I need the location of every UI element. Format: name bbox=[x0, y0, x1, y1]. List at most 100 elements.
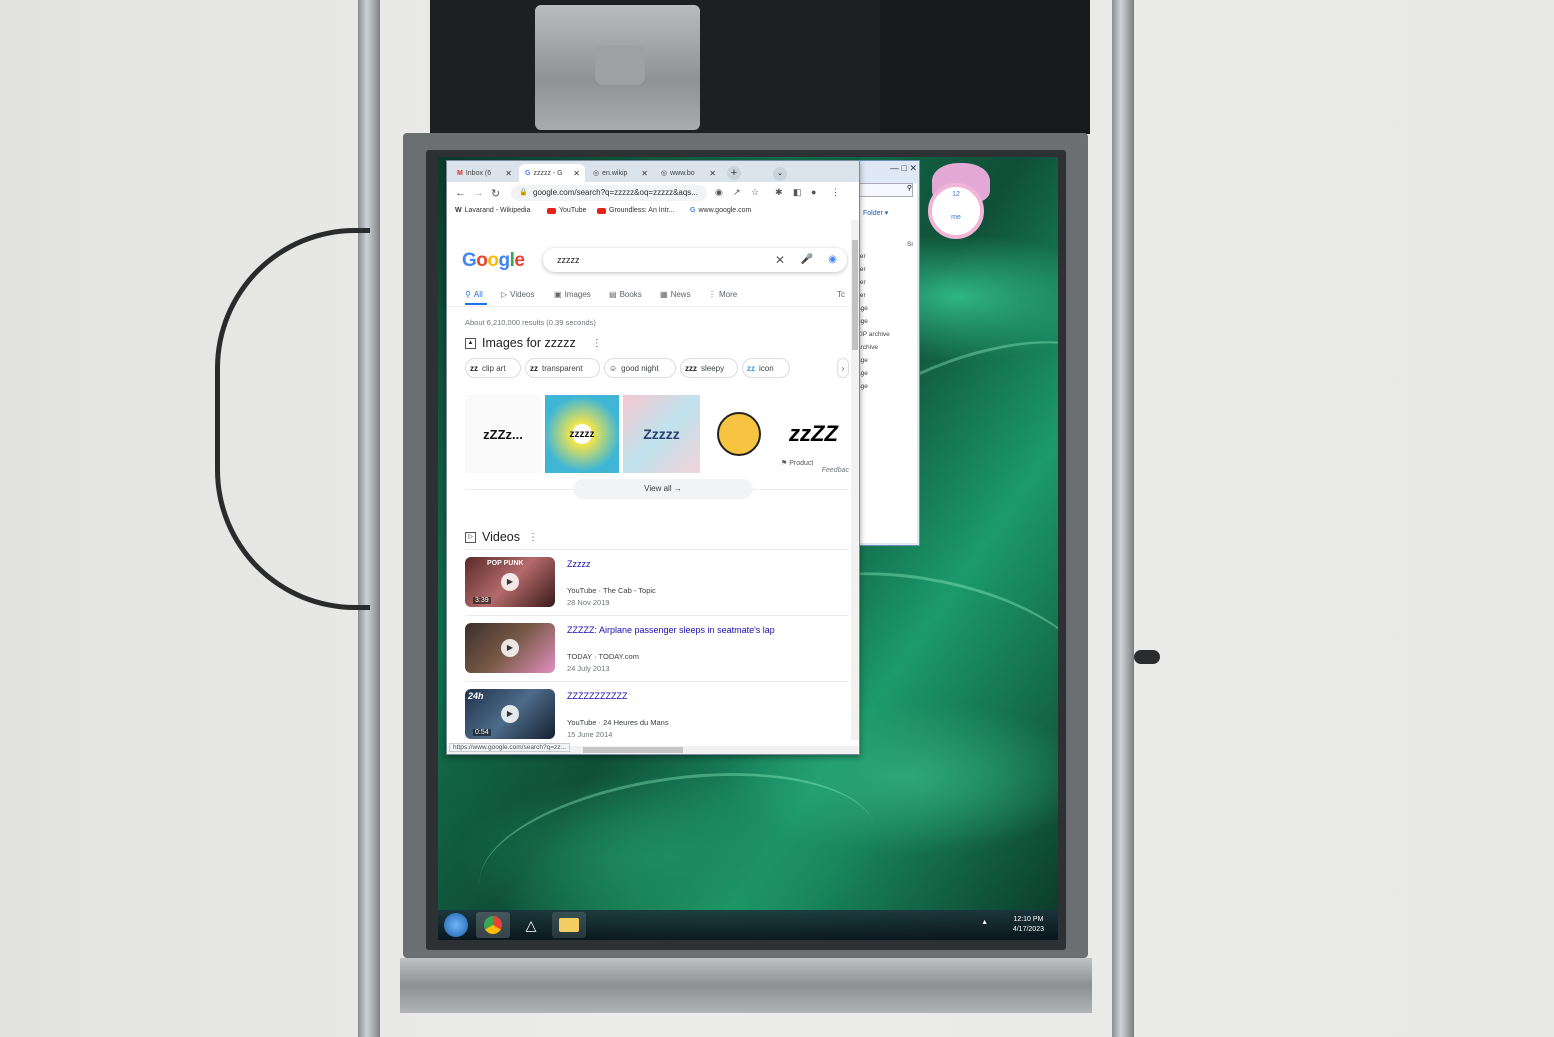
bookmark-youtube[interactable]: YouTube bbox=[547, 207, 587, 214]
image-result[interactable] bbox=[704, 395, 774, 473]
tab-images[interactable]: ▣ Images bbox=[554, 290, 591, 299]
chip-label: clip art bbox=[482, 363, 506, 373]
bookmark-label: Groundless: An Intr... bbox=[609, 207, 675, 214]
reload-icon[interactable]: ↻ bbox=[491, 187, 500, 200]
tab-videos[interactable]: ▷ Videos bbox=[501, 290, 534, 299]
google-logo[interactable]: Google bbox=[462, 250, 525, 272]
tab-strip: M Inbox (6 ✕ G zzzzz - G ✕ ◎ en.wikip ✕ … bbox=[447, 161, 859, 182]
new-tab-button[interactable]: + bbox=[727, 166, 741, 180]
lens-camera-icon[interactable]: ◉ bbox=[828, 248, 837, 272]
tab-www[interactable]: ◎ www.bo ✕ bbox=[655, 164, 721, 182]
explorer-controls[interactable]: — □ ✕ bbox=[890, 163, 917, 174]
explorer-row[interactable]: archive bbox=[857, 344, 878, 351]
chips-next-chevron-icon[interactable]: › bbox=[837, 358, 849, 378]
play-icon[interactable]: ▶ bbox=[501, 573, 519, 591]
tab-google-search[interactable]: G zzzzz - G ✕ bbox=[519, 164, 585, 182]
menu-kebab-icon[interactable]: ⋮ bbox=[831, 187, 840, 198]
image-result[interactable]: Zzzzz bbox=[623, 395, 700, 473]
image-result[interactable]: zZZz... bbox=[465, 395, 541, 473]
unity-icon: △ bbox=[525, 916, 537, 933]
explorer-row[interactable]: ZIP archive bbox=[857, 331, 890, 338]
microphone-icon[interactable]: 🎤 bbox=[801, 248, 813, 272]
back-arrow-icon[interactable]: ← bbox=[455, 187, 466, 199]
video-title-link[interactable]: ZZZZZ: Airplane passenger sleeps in seat… bbox=[567, 625, 775, 635]
news-icon: ▦ bbox=[660, 290, 668, 299]
feedback-link[interactable]: Feedbac bbox=[822, 467, 849, 474]
chip-transparent[interactable]: zz transparent bbox=[525, 358, 600, 378]
close-icon[interactable]: ✕ bbox=[641, 169, 648, 178]
tab-more[interactable]: ⋮ More bbox=[708, 290, 737, 299]
video-result[interactable]: ▶ ZZZZZ: Airplane passenger sleeps in se… bbox=[465, 623, 849, 683]
tab-all[interactable]: ⚲ All bbox=[465, 290, 483, 299]
chrome-window[interactable]: M Inbox (6 ✕ G zzzzz - G ✕ ◎ en.wikip ✕ … bbox=[446, 160, 860, 755]
scrollbar-thumb[interactable] bbox=[852, 240, 858, 350]
view-all-button[interactable]: View all → bbox=[573, 479, 753, 499]
globe-icon: ◎ bbox=[661, 170, 668, 177]
video-title-link[interactable]: Zzzzz bbox=[567, 559, 591, 569]
star-icon[interactable]: ☆ bbox=[751, 187, 759, 198]
vertical-scrollbar[interactable] bbox=[851, 220, 859, 740]
kebab-icon[interactable]: ⋮ bbox=[528, 532, 538, 543]
tab-search-chevron-icon[interactable]: ⌄ bbox=[773, 167, 787, 181]
video-title-link[interactable]: ZZZZZZZZZZZ bbox=[567, 691, 627, 701]
bookmark-google[interactable]: G www.google.com bbox=[690, 207, 751, 214]
chip-good-night[interactable]: ☺ good night bbox=[604, 358, 676, 378]
taskbar-chrome[interactable] bbox=[476, 912, 510, 938]
image-chips: zᴢ clip art zz transparent ☺ good night zzᴢ… bbox=[465, 358, 849, 380]
chip-clip-art[interactable]: zᴢ clip art bbox=[465, 358, 521, 378]
tab-videos-label: Videos bbox=[510, 290, 535, 299]
bookmark-groundless[interactable]: Groundless: An Intr... bbox=[597, 207, 674, 214]
clock-gadget[interactable]: 12 me bbox=[926, 163, 994, 239]
location-icon[interactable]: ◉ bbox=[715, 187, 723, 198]
side-panel-icon[interactable]: ◧ bbox=[793, 187, 802, 198]
kebab-icon[interactable]: ⋮ bbox=[592, 338, 602, 349]
share-icon[interactable]: ↗ bbox=[733, 187, 741, 198]
clock-date: 4/17/2023 bbox=[1012, 926, 1044, 933]
close-icon[interactable]: ✕ bbox=[505, 169, 512, 178]
chip-icon[interactable]: zᴢ icon bbox=[742, 358, 790, 378]
video-thumbnail[interactable]: 24h ▶ 0:54 bbox=[465, 689, 555, 739]
play-icon[interactable]: ▶ bbox=[501, 705, 519, 723]
start-button-icon[interactable] bbox=[444, 913, 468, 937]
thumb-text: Zzzzz bbox=[643, 426, 680, 442]
tab-news[interactable]: ▦ News bbox=[660, 290, 691, 299]
video-icon: ▷ bbox=[465, 531, 476, 543]
tab-books[interactable]: ▤ Books bbox=[609, 290, 642, 299]
taskbar-unity[interactable]: △ bbox=[514, 912, 548, 938]
product-label: Product bbox=[789, 460, 814, 467]
video-thumbnail[interactable]: ▶ bbox=[465, 623, 555, 673]
video-result[interactable]: 24h ▶ 0:54 ZZZZZZZZZZZ YouTube · 24 Heur… bbox=[465, 689, 849, 744]
explorer-size-header[interactable]: Si bbox=[907, 241, 913, 248]
search-input[interactable]: zzzzz ✕ 🎤 ◉ bbox=[543, 248, 847, 272]
forward-arrow-icon[interactable]: → bbox=[473, 187, 484, 199]
chip-sleepy[interactable]: zzᴢ sleepy bbox=[680, 358, 738, 378]
explorer-folder-menu[interactable]: Folder ▾ bbox=[863, 209, 888, 217]
tab-gmail[interactable]: M Inbox (6 ✕ bbox=[451, 164, 517, 182]
side-knob bbox=[1134, 650, 1160, 664]
taskbar-clock[interactable]: 12:10 PM 4/17/2023 bbox=[1013, 915, 1044, 935]
clear-icon[interactable]: ✕ bbox=[775, 248, 785, 272]
thumb-text: zZZz... bbox=[483, 426, 523, 442]
tab-wikipedia[interactable]: ◎ en.wikip ✕ bbox=[587, 164, 653, 182]
video-thumbnail[interactable]: POP PUNK ▶ 3:39 bbox=[465, 557, 555, 607]
address-bar[interactable]: 🔒 google.com/search?q=zzzzz&oq=zzzzz&aqs… bbox=[511, 185, 707, 201]
divider bbox=[465, 549, 849, 550]
image-result[interactable]: zzzzz bbox=[545, 395, 619, 473]
profile-avatar-icon[interactable]: ● bbox=[811, 187, 816, 197]
close-icon[interactable]: ✕ bbox=[709, 169, 716, 178]
tools-button[interactable]: Tc bbox=[837, 290, 845, 299]
bookmark-wikipedia[interactable]: W Lavarand - Wikipedia bbox=[455, 207, 530, 214]
play-icon[interactable]: ▶ bbox=[501, 639, 519, 657]
video-result[interactable]: POP PUNK ▶ 3:39 Zzzzz YouTube · The Cab … bbox=[465, 557, 849, 617]
explorer-search-icon[interactable]: ⚲ bbox=[859, 183, 913, 197]
tray-arrow-icon[interactable]: ▲ bbox=[981, 919, 988, 926]
thumb-text: zzZZ bbox=[789, 421, 838, 446]
video-badge: POP PUNK bbox=[487, 560, 524, 567]
taskbar-explorer[interactable] bbox=[552, 912, 586, 938]
close-icon[interactable]: ✕ bbox=[573, 169, 580, 178]
scrollbar-thumb[interactable] bbox=[583, 747, 683, 753]
explorer-window[interactable]: — □ ✕ ⚲ Folder ▾ ller ller ller ller age… bbox=[856, 160, 920, 546]
sleeping-face-icon: ☺ bbox=[609, 363, 618, 373]
image-result[interactable]: zzZZ ⚑ Product bbox=[778, 395, 849, 473]
extensions-icon[interactable]: ✱ bbox=[775, 187, 783, 198]
